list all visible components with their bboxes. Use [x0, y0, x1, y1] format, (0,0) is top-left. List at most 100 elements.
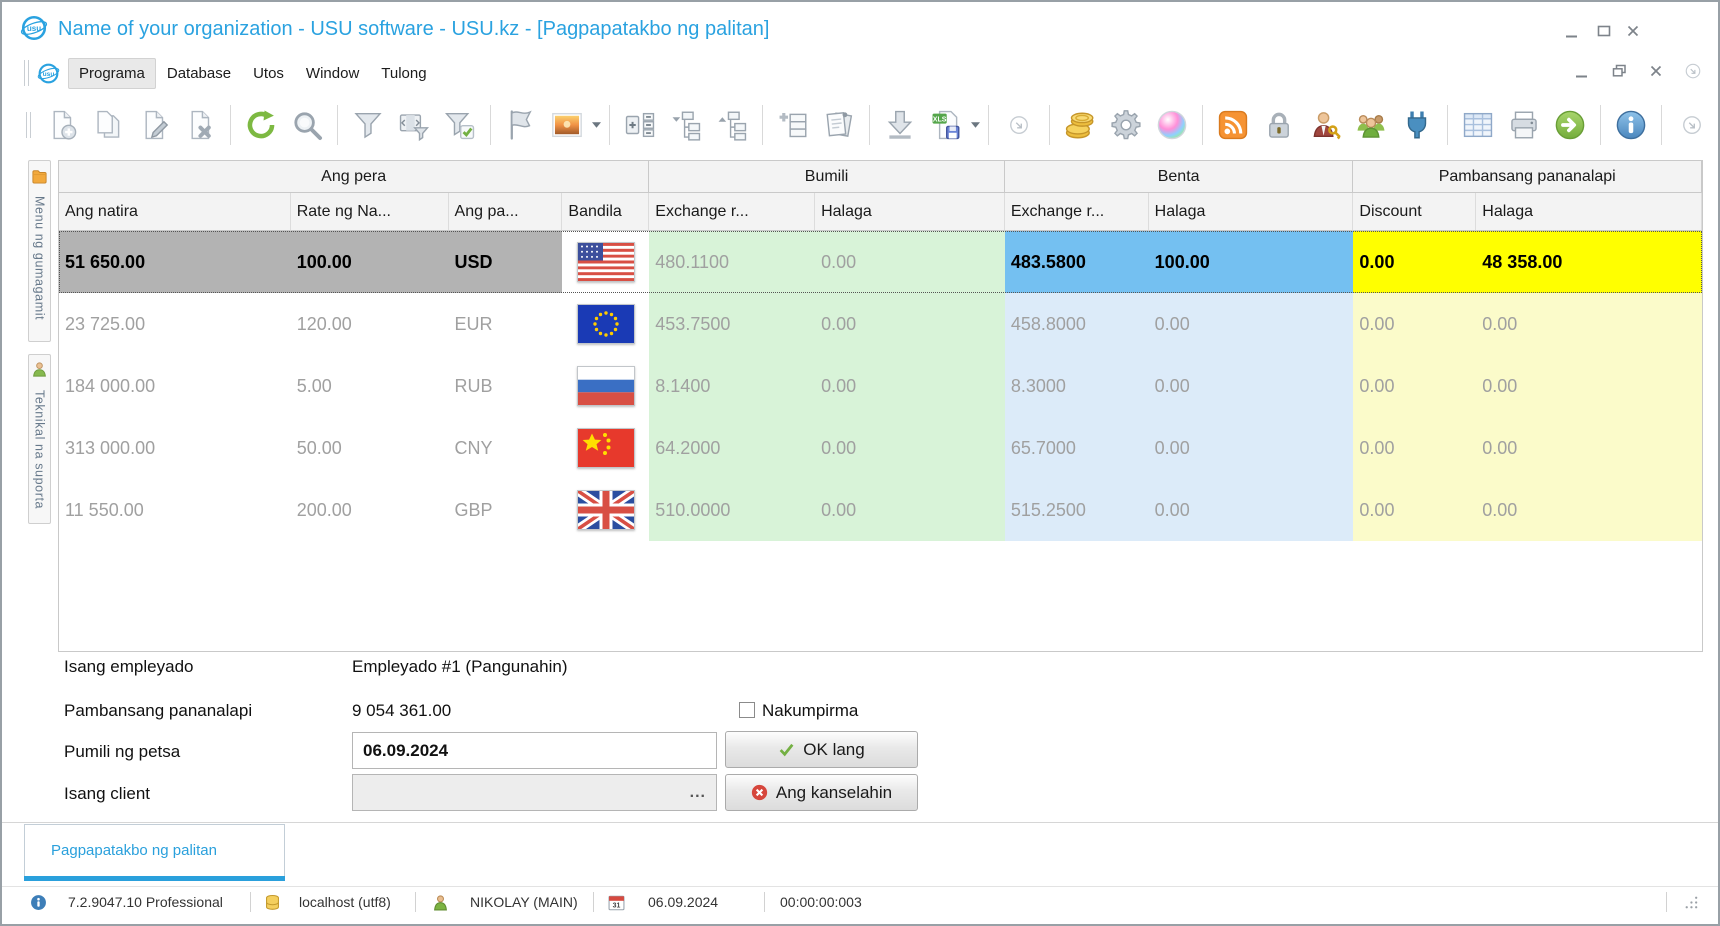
cell-rate: 5.00 — [291, 355, 449, 417]
cell-currency: GBP — [449, 479, 563, 541]
user-permissions-icon[interactable] — [1304, 102, 1346, 148]
new-document-icon[interactable] — [41, 102, 83, 148]
user-text: NIKOLAY (MAIN) — [470, 887, 578, 917]
filter-panel-icon[interactable] — [393, 102, 435, 148]
calendar-status-icon: 31 — [608, 887, 625, 917]
sidebar-tab-label: Teknikal na suporta — [33, 390, 47, 509]
mdi-collapse-icon[interactable] — [1684, 62, 1702, 80]
report-documents-icon[interactable] — [818, 102, 860, 148]
delete-document-icon[interactable] — [179, 102, 221, 148]
maximize-button-icon[interactable] — [1595, 22, 1613, 40]
go-next-icon[interactable] — [1549, 102, 1591, 148]
column-header[interactable]: Bandila — [562, 193, 649, 231]
toolbar-drag-handle-2[interactable] — [26, 112, 31, 138]
search-icon[interactable] — [286, 102, 328, 148]
cell-sell_rate: 483.5800 — [1005, 231, 1149, 293]
minimize-button-icon[interactable] — [1563, 22, 1581, 40]
tab-exchange-operation[interactable]: Pagpapatakbo ng palitan — [24, 824, 285, 876]
menu-item-database[interactable]: Database — [156, 58, 242, 89]
client-input[interactable]: ... — [352, 774, 717, 811]
column-group-header: Pambansang pananalapi — [1353, 161, 1702, 193]
mdi-close-icon[interactable] — [1647, 62, 1665, 80]
settings-gear-icon[interactable] — [1105, 102, 1147, 148]
cell-discount: 0.00 — [1353, 293, 1476, 355]
table-row-RUB[interactable]: 184 000.005.00RUB8.14000.008.30000.000.0… — [59, 355, 1702, 417]
cell-sell_rate: 65.7000 — [1005, 417, 1149, 479]
tree-expand-icon[interactable] — [665, 102, 707, 148]
cancel-icon — [751, 784, 768, 801]
column-header[interactable]: Exchange r... — [649, 193, 815, 231]
cell-discount: 0.00 — [1353, 417, 1476, 479]
import-download-icon[interactable] — [879, 102, 921, 148]
column-header[interactable]: Ang natira — [59, 193, 291, 231]
toolbar-overflow-icon[interactable] — [1671, 102, 1713, 148]
status-separator — [764, 892, 765, 912]
client-browse-button[interactable]: ... — [690, 784, 706, 802]
column-header[interactable]: Ang pa... — [449, 193, 563, 231]
cell-sell_rate: 458.8000 — [1005, 293, 1149, 355]
flag-icon[interactable] — [500, 102, 542, 148]
column-header[interactable]: Halaga — [1149, 193, 1354, 231]
status-bar: 7.2.9047.10 Professional localhost (utf8… — [2, 886, 1718, 916]
image-preview-dropdown-caret-icon[interactable] — [590, 122, 602, 128]
rss-feed-icon[interactable] — [1212, 102, 1254, 148]
cell-currency: CNY — [449, 417, 563, 479]
more-actions-icon[interactable] — [998, 102, 1040, 148]
expand-rows-icon[interactable] — [619, 102, 661, 148]
edit-document-icon[interactable] — [133, 102, 175, 148]
menu-item-programa[interactable]: Programa — [68, 58, 156, 89]
menu-item-tulong[interactable]: Tulong — [370, 58, 437, 89]
column-header[interactable]: Rate ng Na... — [291, 193, 449, 231]
color-theme-icon[interactable] — [1151, 102, 1193, 148]
table-grid-icon[interactable] — [1457, 102, 1499, 148]
cash-coins-icon[interactable] — [1059, 102, 1101, 148]
column-header[interactable]: Exchange r... — [1005, 193, 1149, 231]
add-row-icon[interactable] — [772, 102, 814, 148]
cancel-button[interactable]: Ang kanselahin — [725, 774, 918, 811]
copy-document-icon[interactable] — [87, 102, 129, 148]
table-row-CNY[interactable]: 313 000.0050.00CNY64.20000.0065.70000.00… — [59, 417, 1702, 479]
column-header[interactable]: Halaga — [1476, 193, 1702, 231]
currency-table: Ang peraBumiliBentaPambansang pananalapi… — [58, 160, 1703, 652]
export-xls-dropdown-caret-icon[interactable] — [969, 122, 981, 128]
table-row-EUR[interactable]: 23 725.00120.00EUR453.75000.00458.80000.… — [59, 293, 1702, 355]
print-icon[interactable] — [1503, 102, 1545, 148]
cell-amount: 0.00 — [1476, 479, 1702, 541]
menu-bar: usu ProgramaDatabaseUtosWindowTulong — [2, 54, 1718, 92]
cell-currency: RUB — [449, 355, 563, 417]
export-xls-icon[interactable]: XLS — [925, 102, 967, 148]
tree-collapse-icon[interactable] — [711, 102, 753, 148]
confirmed-checkbox[interactable] — [739, 702, 755, 718]
toolbar-drag-handle[interactable] — [24, 60, 29, 86]
cell-sell_rate: 8.3000 — [1005, 355, 1149, 417]
image-preview-icon[interactable] — [546, 102, 588, 148]
date-combobox[interactable]: 06.09.2024 — [352, 732, 717, 769]
table-row-USD[interactable]: 51 650.00100.00USD480.11000.00483.580010… — [59, 231, 1702, 293]
cell-sell_amount: 0.00 — [1149, 417, 1354, 479]
check-icon — [778, 741, 795, 758]
filter-confirm-icon[interactable] — [439, 102, 481, 148]
close-button-icon[interactable] — [1624, 22, 1642, 40]
sidebar-tab-tech-support[interactable]: Teknikal na suporta — [28, 354, 51, 524]
mdi-minimize-icon[interactable] — [1573, 62, 1591, 80]
column-header[interactable]: Discount — [1353, 193, 1476, 231]
refresh-icon[interactable] — [240, 102, 282, 148]
sidebar-tab-user-menu[interactable]: Menu ng gumagamit — [28, 160, 51, 342]
cell-discount: 0.00 — [1353, 355, 1476, 417]
filter-icon[interactable] — [347, 102, 389, 148]
ok-button[interactable]: OK lang — [725, 731, 918, 768]
cell-rate: 200.00 — [291, 479, 449, 541]
plugin-connect-icon[interactable] — [1396, 102, 1438, 148]
menu-item-utos[interactable]: Utos — [242, 58, 295, 89]
column-header[interactable]: Halaga — [815, 193, 1005, 231]
info-about-icon[interactable] — [1610, 102, 1652, 148]
table-row-GBP[interactable]: 11 550.00200.00GBP510.00000.00515.25000.… — [59, 479, 1702, 541]
lock-security-icon[interactable] — [1258, 102, 1300, 148]
cell-rate: 120.00 — [291, 293, 449, 355]
resize-grip[interactable] — [1682, 887, 1699, 917]
cell-sell_amount: 0.00 — [1149, 479, 1354, 541]
mdi-restore-icon[interactable] — [1610, 62, 1628, 80]
user-groups-icon[interactable] — [1350, 102, 1392, 148]
menu-item-window[interactable]: Window — [295, 58, 370, 89]
cell-rate: 50.00 — [291, 417, 449, 479]
